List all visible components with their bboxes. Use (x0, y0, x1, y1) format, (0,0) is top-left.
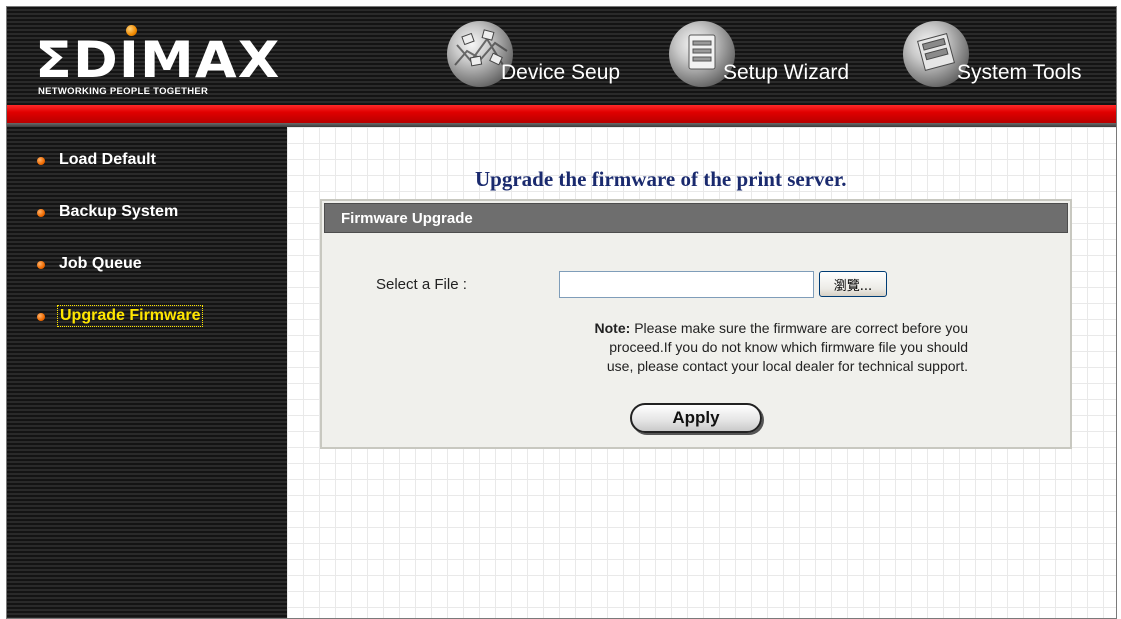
nav-device-setup[interactable]: Device Seup (447, 21, 647, 91)
nav-system-tools[interactable]: System Tools (903, 21, 1113, 91)
sidebar-item-label: Upgrade Firmware (57, 305, 204, 327)
logo-tagline: NETWORKING PEOPLE TOGETHER (38, 86, 209, 97)
nav-setup-wizard-label: Setup Wizard (723, 61, 850, 84)
panel-header: Firmware Upgrade (324, 203, 1068, 233)
note-line-1: Note: Please make sure the firmware are … (422, 319, 968, 338)
nav-system-tools-label: System Tools (957, 61, 1082, 84)
select-file-label: Select a File : (376, 276, 467, 293)
bullet-icon (37, 261, 45, 269)
bullet-icon (37, 313, 45, 321)
apply-button[interactable]: Apply (630, 403, 762, 433)
panel-title: Firmware Upgrade (341, 210, 473, 227)
note-text-1: Please make sure the firmware are correc… (634, 320, 968, 336)
nav-setup-wizard[interactable]: Setup Wizard (669, 21, 879, 91)
header-bar: ΣDIMAX NETWORKING PEOPLE TOGETHER Device… (7, 7, 1116, 105)
logo-wordmark: ΣDIMAX (35, 31, 281, 89)
bullet-icon (37, 157, 45, 165)
note-prefix: Note: (594, 320, 631, 336)
page-title: Upgrade the firmware of the print server… (475, 167, 847, 191)
sidebar-item-label: Backup System (59, 203, 179, 220)
bullet-icon (37, 209, 45, 217)
header-red-divider (7, 105, 1116, 123)
edimax-logo: ΣDIMAX NETWORKING PEOPLE TOGETHER (35, 25, 279, 97)
logo-dot-icon (126, 25, 137, 36)
nav-device-setup-label: Device Seup (501, 61, 621, 84)
upgrade-note: Note: Please make sure the firmware are … (422, 319, 968, 376)
file-path-input[interactable] (559, 271, 814, 298)
note-line-3: use, please contact your local dealer fo… (606, 358, 968, 374)
main-content: Upgrade the firmware of the print server… (287, 127, 1116, 618)
browse-button[interactable]: 瀏覽... (819, 271, 887, 297)
sidebar-item-label: Job Queue (59, 255, 142, 272)
firmware-upgrade-panel: Firmware Upgrade Select a File : 瀏覽... N… (320, 199, 1072, 449)
note-line-2: proceed.If you do not know which firmwar… (609, 339, 968, 355)
sidebar-item-label: Load Default (59, 151, 156, 168)
app-window: ΣDIMAX NETWORKING PEOPLE TOGETHER Device… (6, 6, 1117, 619)
sidebar: Load Default Backup System Job Queue Upg… (7, 127, 287, 618)
